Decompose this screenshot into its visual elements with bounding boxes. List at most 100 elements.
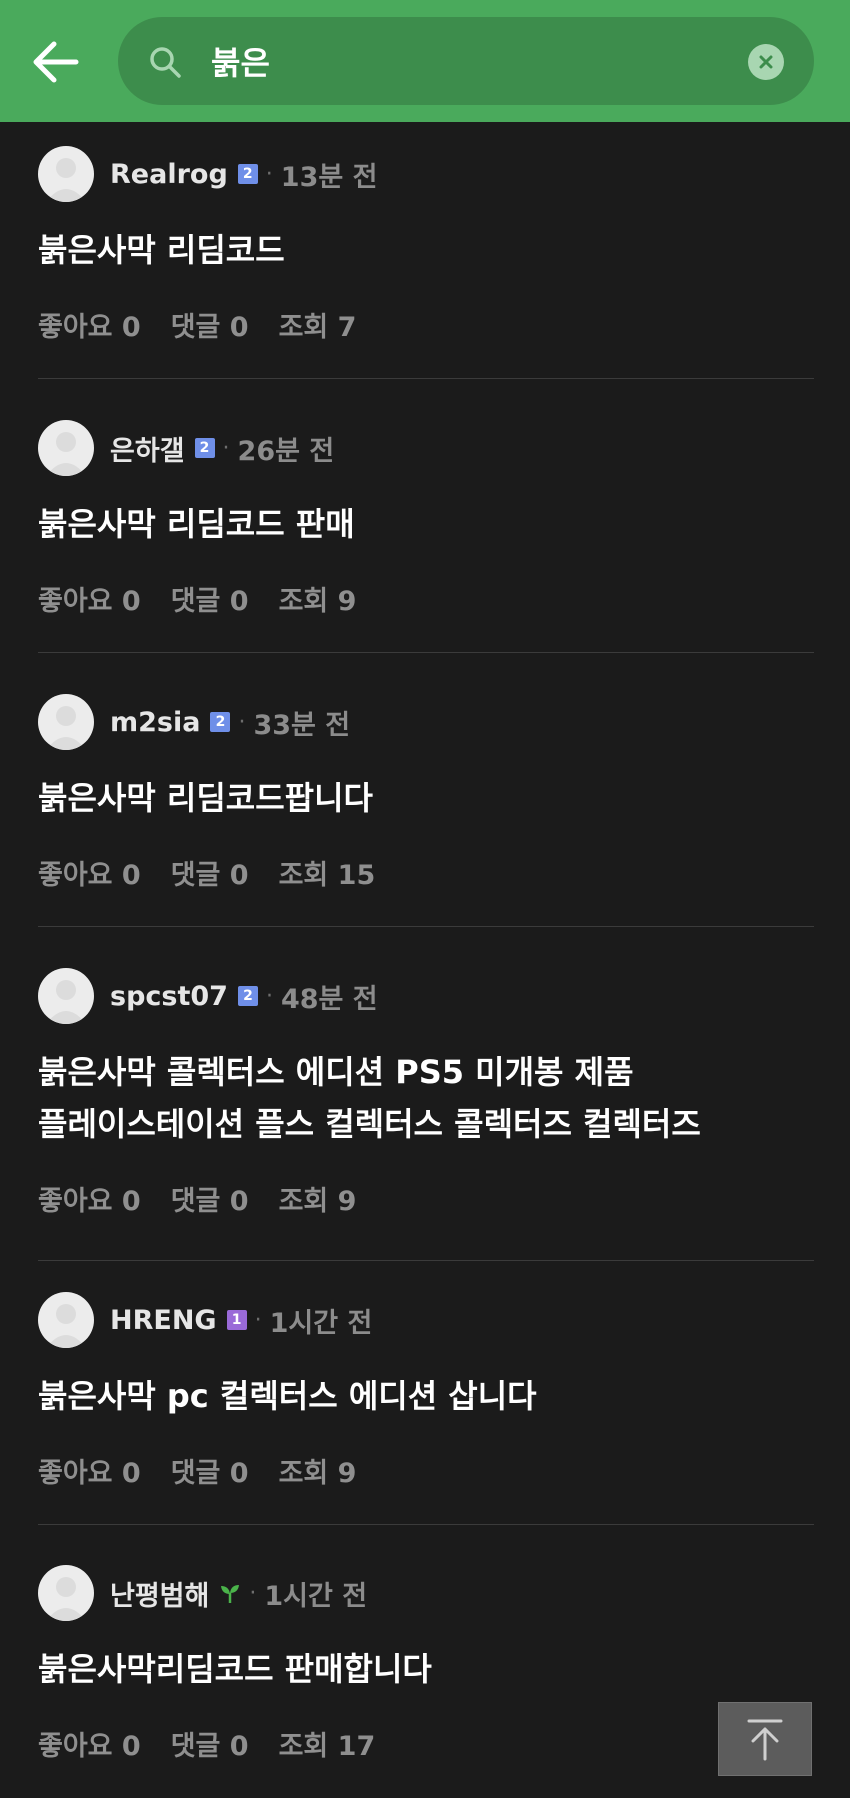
avatar[interactable] [38, 694, 94, 750]
avatar[interactable] [38, 1292, 94, 1348]
member-level-badge: 2 [237, 164, 258, 184]
author-name[interactable]: spcst07 [110, 981, 228, 1012]
comment-count: 댓글 0 [170, 1185, 249, 1217]
scroll-to-top-button[interactable] [718, 1702, 812, 1776]
avatar[interactable] [38, 146, 94, 202]
view-count: 조회 17 [278, 1730, 376, 1762]
post-title-line: 붉은사막 리딤코드팝니다 [38, 779, 373, 817]
post-stats: 좋아요 0 댓글 0 조회 9 [38, 1178, 386, 1218]
post-title[interactable]: 붉은사막 리딤코드 판매 [38, 498, 814, 550]
post-item[interactable]: spcst07 2 · 48분 전붉은사막 콜렉터스 에디션 PS5 미개봉 제품플레… [38, 968, 814, 1261]
post-time: 48분 전 [280, 983, 378, 1015]
post-item[interactable]: 은하갤 2 · 26분 전붉은사막 리딤코드 판매좋아요 0 댓글 0 조회 9 [38, 420, 814, 653]
view-count: 조회 15 [278, 859, 376, 891]
separator-dot: · [254, 1307, 262, 1333]
default-user-icon [46, 980, 86, 1024]
default-user-icon [46, 1304, 86, 1348]
clear-search-button[interactable] [748, 44, 784, 80]
post-title-line: 붉은사막 리딤코드 [38, 231, 285, 269]
post-title[interactable]: 붉은사막 pc 컬렉터스 에디션 삽니다 [38, 1370, 814, 1422]
post-stats: 좋아요 0 댓글 0 조회 9 [38, 578, 386, 618]
like-count: 좋아요 0 [38, 1730, 141, 1762]
separator-dot: · [265, 161, 273, 187]
post-stats: 좋아요 0 댓글 0 조회 17 [38, 1723, 405, 1763]
post-stats: 좋아요 0 댓글 0 조회 9 [38, 1450, 386, 1490]
post-item[interactable]: HRENG 1 · 1시간 전붉은사막 pc 컬렉터스 에디션 삽니다좋아요 0 댓글 … [38, 1292, 814, 1525]
view-count: 조회 9 [278, 1185, 357, 1217]
search-input[interactable] [211, 35, 731, 87]
post-meta: Realrog 2 · 13분 전 [110, 146, 377, 202]
member-level-badge: 1 [226, 1310, 247, 1330]
view-count: 조회 9 [278, 585, 357, 617]
default-user-icon [46, 158, 86, 202]
separator-dot: · [222, 435, 230, 461]
comment-count: 댓글 0 [170, 585, 249, 617]
divider [38, 1260, 814, 1261]
like-count: 좋아요 0 [38, 1457, 141, 1489]
search-icon [150, 47, 181, 78]
post-title[interactable]: 붉은사막 콜렉터스 에디션 PS5 미개봉 제품플레이스테이션 플스 컬렉터스 … [38, 1046, 814, 1150]
post-time: 13분 전 [280, 161, 378, 193]
author-name[interactable]: 은하갤 [110, 429, 185, 468]
post-title-line: 플레이스테이션 플스 컬렉터스 콜렉터즈 컬렉터즈 [38, 1105, 701, 1143]
like-count: 좋아요 0 [38, 585, 141, 617]
post-meta: m2sia 2 · 33분 전 [110, 694, 350, 750]
author-name[interactable]: m2sia [110, 707, 200, 738]
divider [38, 1524, 814, 1525]
author-name[interactable]: 난평범해 [110, 1574, 209, 1613]
post-title[interactable]: 붉은사막 리딤코드팝니다 [38, 772, 814, 824]
separator-dot: · [265, 983, 273, 1009]
like-count: 좋아요 0 [38, 859, 141, 891]
divider [38, 378, 814, 379]
comment-count: 댓글 0 [170, 859, 249, 891]
like-count: 좋아요 0 [38, 1185, 141, 1217]
view-count: 조회 7 [278, 311, 357, 343]
default-user-icon [46, 432, 86, 476]
post-title-line: 붉은사막 pc 컬렉터스 에디션 삽니다 [38, 1377, 537, 1415]
post-title[interactable]: 붉은사막 리딤코드 [38, 224, 814, 276]
post-title-line: 붉은사막 콜렉터스 에디션 PS5 미개봉 제품 [38, 1053, 634, 1091]
post-item[interactable]: m2sia 2 · 33분 전붉은사막 리딤코드팝니다좋아요 0 댓글 0 조회 15 [38, 694, 814, 927]
search-bar [118, 17, 814, 105]
member-level-badge: 2 [237, 986, 258, 1006]
close-icon [759, 55, 773, 69]
post-stats: 좋아요 0 댓글 0 조회 7 [38, 304, 386, 344]
post-time: 26분 전 [237, 435, 335, 467]
view-count: 조회 9 [278, 1457, 357, 1489]
post-time: 33분 전 [253, 709, 351, 741]
post-stats: 좋아요 0 댓글 0 조회 15 [38, 852, 405, 892]
post-time: 1시간 전 [269, 1307, 373, 1339]
member-level-badge: 2 [210, 712, 231, 732]
post-title-line: 붉은사막 리딤코드 판매 [38, 505, 355, 543]
search-header [0, 0, 850, 122]
sprout-level-icon [219, 1582, 241, 1604]
avatar[interactable] [38, 420, 94, 476]
avatar[interactable] [38, 1565, 94, 1621]
post-meta: 난평범해 · 1시간 전 [110, 1565, 367, 1621]
post-meta: 은하갤 2 · 26분 전 [110, 420, 334, 476]
author-name[interactable]: Realrog [110, 159, 228, 190]
separator-dot: · [249, 1580, 257, 1606]
post-item[interactable]: 난평범해 · 1시간 전붉은사막리딤코드 판매합니다좋아요 0 댓글 0 조회 17 [38, 1565, 814, 1798]
comment-count: 댓글 0 [170, 1730, 249, 1762]
post-time: 1시간 전 [264, 1580, 368, 1612]
default-user-icon [46, 1577, 86, 1621]
post-meta: spcst07 2 · 48분 전 [110, 968, 378, 1024]
author-name[interactable]: HRENG [110, 1305, 217, 1336]
comment-count: 댓글 0 [170, 1457, 249, 1489]
comment-count: 댓글 0 [170, 311, 249, 343]
back-button[interactable] [30, 38, 80, 86]
divider [38, 926, 814, 927]
like-count: 좋아요 0 [38, 311, 141, 343]
divider [38, 652, 814, 653]
post-title[interactable]: 붉은사막리딤코드 판매합니다 [38, 1643, 814, 1695]
post-item[interactable]: Realrog 2 · 13분 전붉은사막 리딤코드좋아요 0 댓글 0 조회 7 [38, 146, 814, 379]
separator-dot: · [238, 709, 246, 735]
default-user-icon [46, 706, 86, 750]
post-meta: HRENG 1 · 1시간 전 [110, 1292, 372, 1348]
arrow-up-icon [747, 1719, 783, 1761]
member-level-badge: 2 [194, 438, 215, 458]
post-title-line: 붉은사막리딤코드 판매합니다 [38, 1650, 432, 1688]
avatar[interactable] [38, 968, 94, 1024]
arrow-left-icon [33, 41, 79, 83]
